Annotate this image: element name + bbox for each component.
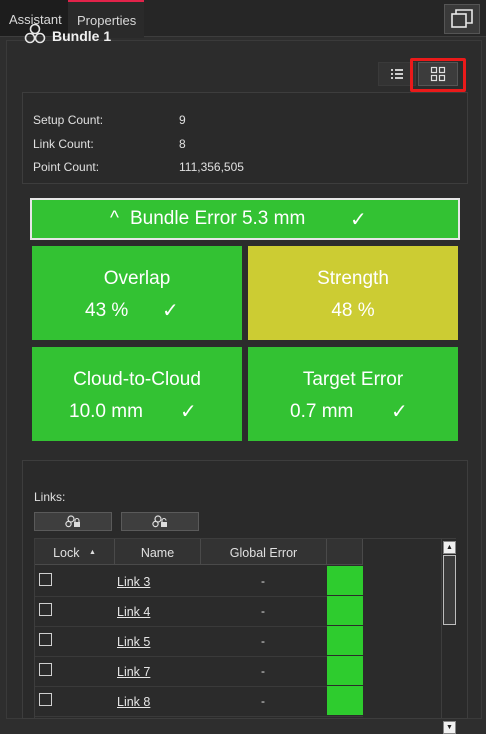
link-name[interactable]: Link 8 <box>117 695 150 709</box>
cloud-to-cloud-tile[interactable]: Cloud-to-Cloud 10.0 mm ✓ <box>32 347 242 441</box>
column-header-global-error[interactable]: Global Error <box>201 539 327 565</box>
point-count-label: Point Count: <box>33 160 100 174</box>
links-label: Links: <box>34 490 66 504</box>
global-error-value: - <box>261 694 265 708</box>
cloud-to-cloud-check-icon: ✓ <box>180 401 197 423</box>
bundle-error-toggle[interactable]: ^ Bundle Error 5.3 mm ✓ <box>30 198 460 240</box>
strength-tile[interactable]: Strength 48 % <box>248 246 458 340</box>
setup-count-label: Setup Count: <box>33 113 104 127</box>
overlap-tile[interactable]: Overlap 43 % ✓ <box>32 246 242 340</box>
link-name[interactable]: Link 7 <box>117 665 150 679</box>
sort-ascending-icon: ▲ <box>88 549 96 556</box>
bundle-icon <box>24 23 46 44</box>
table-row[interactable]: Link 8 - <box>35 686 363 717</box>
setup-count-value: 9 <box>179 113 186 127</box>
lock-checkbox[interactable] <box>39 633 52 646</box>
status-indicator <box>327 596 363 625</box>
scroll-up-button[interactable]: ▲ <box>443 541 456 554</box>
cloud-to-cloud-title: Cloud-to-Cloud <box>73 369 201 390</box>
unlock-links-button[interactable] <box>121 512 199 531</box>
status-indicator <box>327 626 363 655</box>
target-error-check-icon: ✓ <box>391 401 408 423</box>
lock-checkbox[interactable] <box>39 693 52 706</box>
table-row[interactable]: Link 4 - <box>35 596 363 627</box>
target-error-tile[interactable]: Target Error 0.7 mm ✓ <box>248 347 458 441</box>
expand-caret-icon: ^ <box>110 208 119 229</box>
grid-view-highlight <box>410 58 466 92</box>
global-error-value: - <box>261 634 265 648</box>
status-indicator <box>327 686 363 715</box>
lock-checkbox[interactable] <box>39 573 52 586</box>
overlap-value: 43 % <box>85 300 129 321</box>
overlap-check-icon: ✓ <box>162 300 179 322</box>
table-row[interactable]: Link 3 - <box>35 566 363 597</box>
link-name[interactable]: Link 4 <box>117 605 150 619</box>
strength-title: Strength <box>317 268 389 289</box>
bundle-title: Bundle 1 <box>52 28 112 44</box>
lock-checkbox[interactable] <box>39 603 52 616</box>
column-header-name[interactable]: Name <box>115 539 201 565</box>
bundle-error-check-icon: ✓ <box>350 209 367 231</box>
scroll-down-button[interactable]: ▼ <box>443 721 456 734</box>
scrollbar-thumb[interactable] <box>443 555 456 625</box>
table-row[interactable]: Link 7 - <box>35 656 363 687</box>
target-error-title: Target Error <box>302 369 404 390</box>
lock-link-icon <box>65 515 80 528</box>
overlap-title: Overlap <box>103 268 171 289</box>
link-name[interactable]: Link 5 <box>117 635 150 649</box>
global-error-value: - <box>261 574 265 588</box>
link-count-value: 8 <box>179 137 186 151</box>
status-indicator <box>327 656 363 685</box>
link-count-label: Link Count: <box>33 137 94 151</box>
bundle-error-label: Bundle Error 5.3 mm <box>130 208 306 229</box>
vertical-scrollbar[interactable]: ▲ ▼ <box>441 539 456 734</box>
column-header-status[interactable] <box>327 539 363 565</box>
global-error-value: - <box>261 604 265 618</box>
bundle-header: Bundle 1 <box>16 18 456 56</box>
column-header-lock[interactable]: Lock ▲ <box>35 539 115 565</box>
column-header-lock-label: Lock <box>53 546 80 560</box>
global-error-value: - <box>261 664 265 678</box>
lock-links-button[interactable] <box>34 512 112 531</box>
bundle-stats: Setup Count: 9 Link Count: 8 Point Count… <box>22 92 468 184</box>
table-row[interactable]: Link 5 - <box>35 626 363 657</box>
cloud-to-cloud-value: 10.0 mm <box>69 401 143 422</box>
links-table: Lock ▲ Name Global Error Link 3 - Link 4… <box>34 538 456 734</box>
unlock-link-icon <box>152 515 167 528</box>
target-error-value: 0.7 mm <box>290 401 354 422</box>
link-name[interactable]: Link 3 <box>117 575 150 589</box>
lock-checkbox[interactable] <box>39 663 52 676</box>
status-indicator <box>327 566 363 595</box>
strength-value: 48 % <box>331 300 375 321</box>
point-count-value: 111,356,505 <box>179 160 244 174</box>
